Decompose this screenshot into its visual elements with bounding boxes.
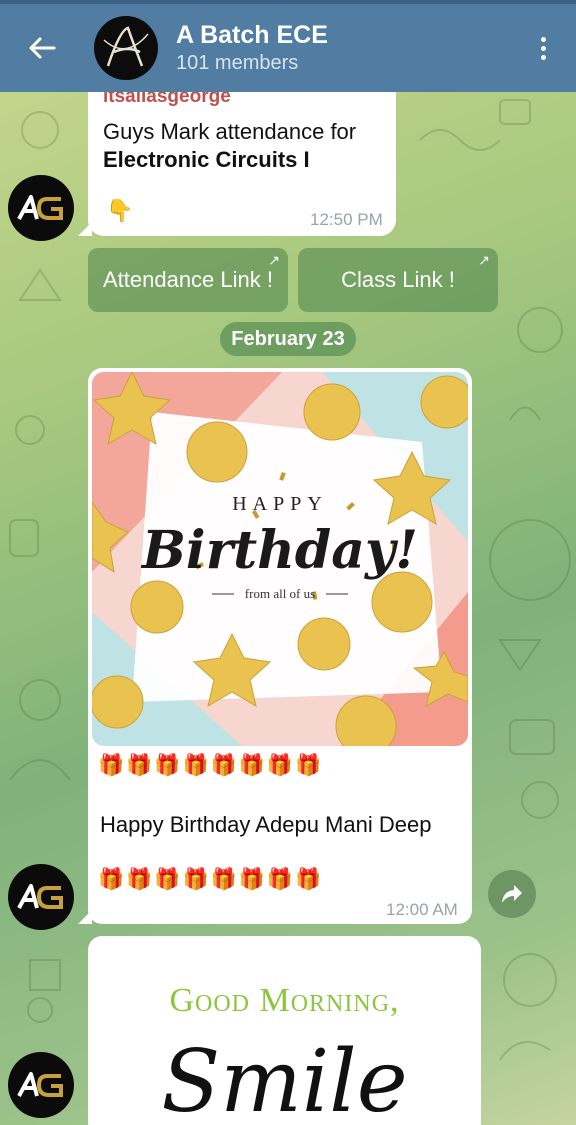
from-all-text: from all of us [245,586,315,601]
good-morning-text: Good Morning, [169,982,400,1019]
message-time: 12:00 AM [386,900,458,919]
message-bubble[interactable]: Good Morning, Smile [88,936,481,1125]
group-avatar[interactable] [94,16,158,80]
gift-emoji-row: 🎁🎁🎁🎁🎁🎁🎁🎁 [98,868,324,891]
message-bubble[interactable]: itsaliasgeorge Guys Mark attendance for … [78,86,396,236]
message-time: 12:50 PM [310,210,383,229]
back-button[interactable] [22,28,62,68]
chat-title: A Batch ECE [176,21,328,49]
message-line-1: Guys Mark attendance for [103,119,357,144]
happy-text: HAPPY [232,493,328,515]
member-count: 101 members [176,52,299,74]
message-line-2: Electronic Circuits I [103,147,310,172]
kebab-menu-icon[interactable] [528,28,558,68]
external-link-icon: ↗ [478,252,490,268]
avatar[interactable] [8,864,74,930]
ag-logo-icon [17,1072,63,1097]
ag-logo-icon [17,195,63,220]
arrow-left-icon [29,37,56,59]
external-link-icon: ↗ [268,252,280,268]
avatar[interactable] [8,175,74,241]
gift-emoji-row: 🎁🎁🎁🎁🎁🎁🎁🎁 [98,754,324,777]
pointing-down-emoji: 👇 [106,198,134,223]
class-link-button[interactable]: Class Link ! ↗ [298,248,498,312]
message-bubble[interactable]: HAPPY Birthday! from all of us 🎁🎁🎁🎁🎁🎁🎁🎁 … [78,368,472,924]
birthday-image[interactable]: HAPPY Birthday! from all of us [92,372,468,746]
smile-text: Smile [161,1032,408,1125]
share-button[interactable] [488,870,536,918]
message-text: Happy Birthday Adepu Mani Deep [100,812,432,837]
share-arrow-icon [502,885,522,903]
attendance-link-label: Attendance Link ! [102,267,273,292]
class-link-label: Class Link ! [341,267,455,292]
ag-logo-icon [17,884,63,909]
attendance-link-button[interactable]: Attendance Link ! ↗ [88,248,288,312]
chat-header: A Batch ECE 101 members [0,0,576,92]
message-text: Guys Mark attendance for Electronic Circ… [103,118,356,174]
date-separator: February 23 [220,322,356,356]
avatar[interactable] [8,1052,74,1118]
calligraphy-a-logo [103,26,149,67]
birthday-text: Birthday! [140,520,418,581]
chat-title-area[interactable]: A Batch ECE 101 members [176,20,528,76]
